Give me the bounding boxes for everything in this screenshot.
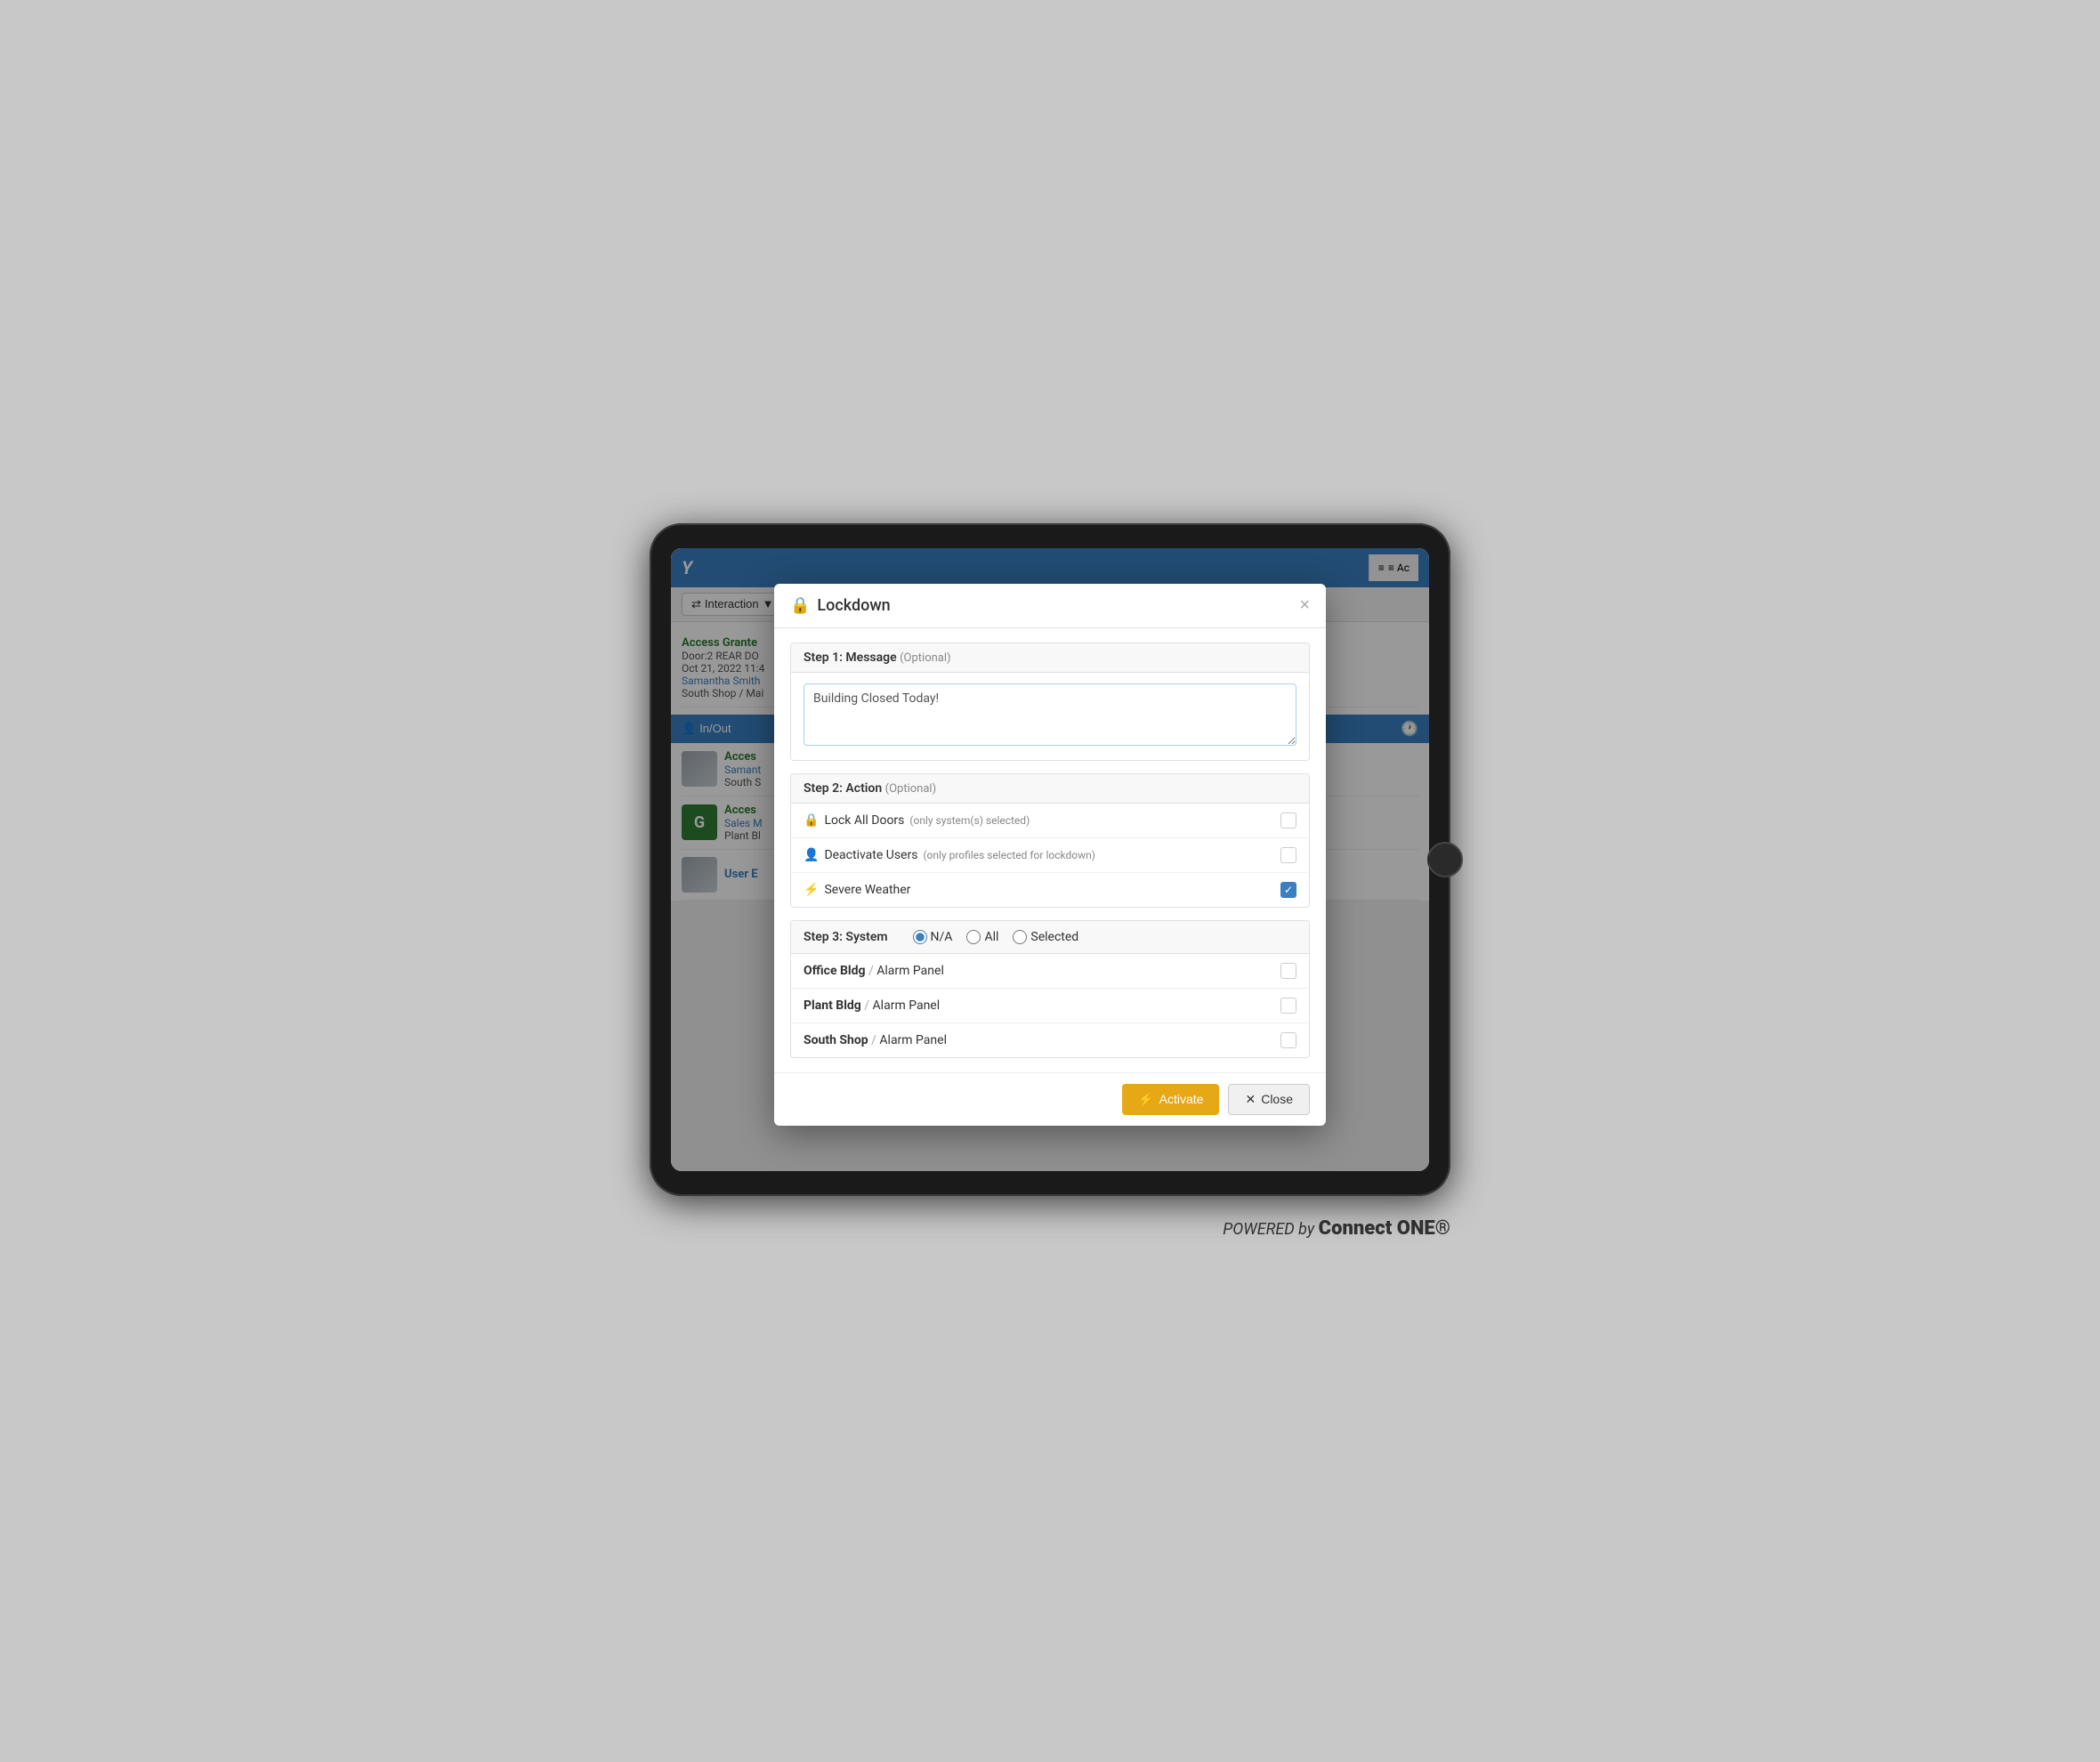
modal-title-container: 🔒 Lockdown [790, 596, 891, 615]
step2-header: Step 2: Action (Optional) [791, 774, 1309, 804]
brand-name: Connect ONE [1319, 1217, 1435, 1240]
activate-icon: ⚡ [1138, 1092, 1153, 1107]
radio-na[interactable]: N/A [913, 930, 953, 944]
action-deactivate-sub: (only profiles selected for lockdown) [923, 849, 1094, 861]
step3-header: Step 3: System N/A All [791, 921, 1309, 954]
radio-all-label: All [984, 930, 998, 944]
modal-body: Step 1: Message (Optional) Building Clos… [774, 628, 1326, 1072]
radio-selected-input[interactable] [1013, 930, 1027, 944]
tablet-home-button[interactable] [1427, 842, 1463, 877]
modal-header: 🔒 Lockdown × [774, 584, 1326, 628]
close-button[interactable]: ✕ Close [1228, 1084, 1310, 1115]
modal-title-text: Lockdown [817, 596, 890, 615]
modal-footer: ⚡ Activate ✕ Close [774, 1072, 1326, 1126]
modal-close-button[interactable]: × [1299, 596, 1310, 614]
checkbox-lock[interactable] [1280, 812, 1296, 828]
step2-optional: (Optional) [885, 782, 936, 796]
step1-optional: (Optional) [900, 651, 950, 665]
system-office-label: Office Bldg / Alarm Panel [804, 964, 944, 978]
action-row-weather: ⚡ Severe Weather [791, 873, 1309, 907]
step1-label: Step 1: Message [804, 651, 897, 665]
radio-selected-label: Selected [1030, 930, 1078, 944]
action-deactivate-text: Deactivate Users [824, 848, 917, 862]
action-label-lock: 🔒 Lock All Doors (only system(s) selecte… [804, 813, 1030, 828]
radio-na-input[interactable] [913, 930, 927, 944]
step2-label: Step 2: Action [804, 781, 882, 796]
system-row-south: South Shop / Alarm Panel [791, 1023, 1309, 1057]
powered-text: POWERED by [1223, 1220, 1314, 1239]
checkbox-plant[interactable] [1280, 998, 1296, 1014]
close-x-icon: ✕ [1245, 1092, 1256, 1107]
action-label-weather: ⚡ Severe Weather [804, 883, 910, 897]
step2-section: Step 2: Action (Optional) 🔒 Lock All Doo… [790, 773, 1310, 908]
action-row-deactivate: 👤 Deactivate Users (only profiles select… [791, 838, 1309, 873]
checkbox-office[interactable] [1280, 963, 1296, 979]
lockdown-modal: 🔒 Lockdown × Step 1: Message (Optional) [774, 584, 1326, 1126]
step3-section: Step 3: System N/A All [790, 920, 1310, 1058]
user-icon-action: 👤 [804, 848, 819, 862]
lock-icon: 🔒 [790, 596, 810, 615]
activate-label: Activate [1159, 1092, 1204, 1106]
action-lock-sub: (only system(s) selected) [909, 814, 1030, 827]
checkbox-deactivate[interactable] [1280, 847, 1296, 863]
radio-group: N/A All Selected [913, 930, 1079, 944]
step3-title: Step 3: System [804, 930, 888, 944]
registered-mark: ® [1435, 1217, 1450, 1240]
system-south-label: South Shop / Alarm Panel [804, 1033, 947, 1047]
action-weather-text: Severe Weather [824, 883, 910, 897]
lock-icon-action: 🔒 [804, 813, 819, 828]
modal-overlay: 🔒 Lockdown × Step 1: Message (Optional) [671, 548, 1429, 1171]
step1-header: Step 1: Message (Optional) [791, 643, 1309, 673]
bolt-icon-action: ⚡ [804, 883, 819, 897]
tablet-frame: Y ≡ ≡ Ac ⇄ Interaction ▼ st 10 Days [650, 523, 1450, 1196]
system-row-plant: Plant Bldg / Alarm Panel [791, 989, 1309, 1023]
action-row-lock: 🔒 Lock All Doors (only system(s) selecte… [791, 804, 1309, 838]
step1-section: Step 1: Message (Optional) Building Clos… [790, 643, 1310, 761]
message-textarea[interactable]: Building Closed Today! [804, 683, 1296, 746]
radio-all-input[interactable] [966, 930, 981, 944]
step1-body: Building Closed Today! [791, 673, 1309, 760]
activate-button[interactable]: ⚡ Activate [1122, 1084, 1219, 1115]
radio-all[interactable]: All [966, 930, 998, 944]
radio-selected[interactable]: Selected [1013, 930, 1078, 944]
action-lock-text: Lock All Doors [824, 813, 904, 828]
close-label: Close [1261, 1092, 1293, 1106]
system-plant-label: Plant Bldg / Alarm Panel [804, 998, 940, 1013]
system-row-office: Office Bldg / Alarm Panel [791, 954, 1309, 989]
tablet-screen: Y ≡ ≡ Ac ⇄ Interaction ▼ st 10 Days [671, 548, 1429, 1171]
action-label-deactivate: 👤 Deactivate Users (only profiles select… [804, 848, 1095, 862]
checkbox-south[interactable] [1280, 1032, 1296, 1048]
radio-na-label: N/A [931, 930, 953, 944]
checkbox-weather[interactable] [1280, 882, 1296, 898]
powered-by-section: POWERED by Connect ONE® [650, 1217, 1450, 1240]
